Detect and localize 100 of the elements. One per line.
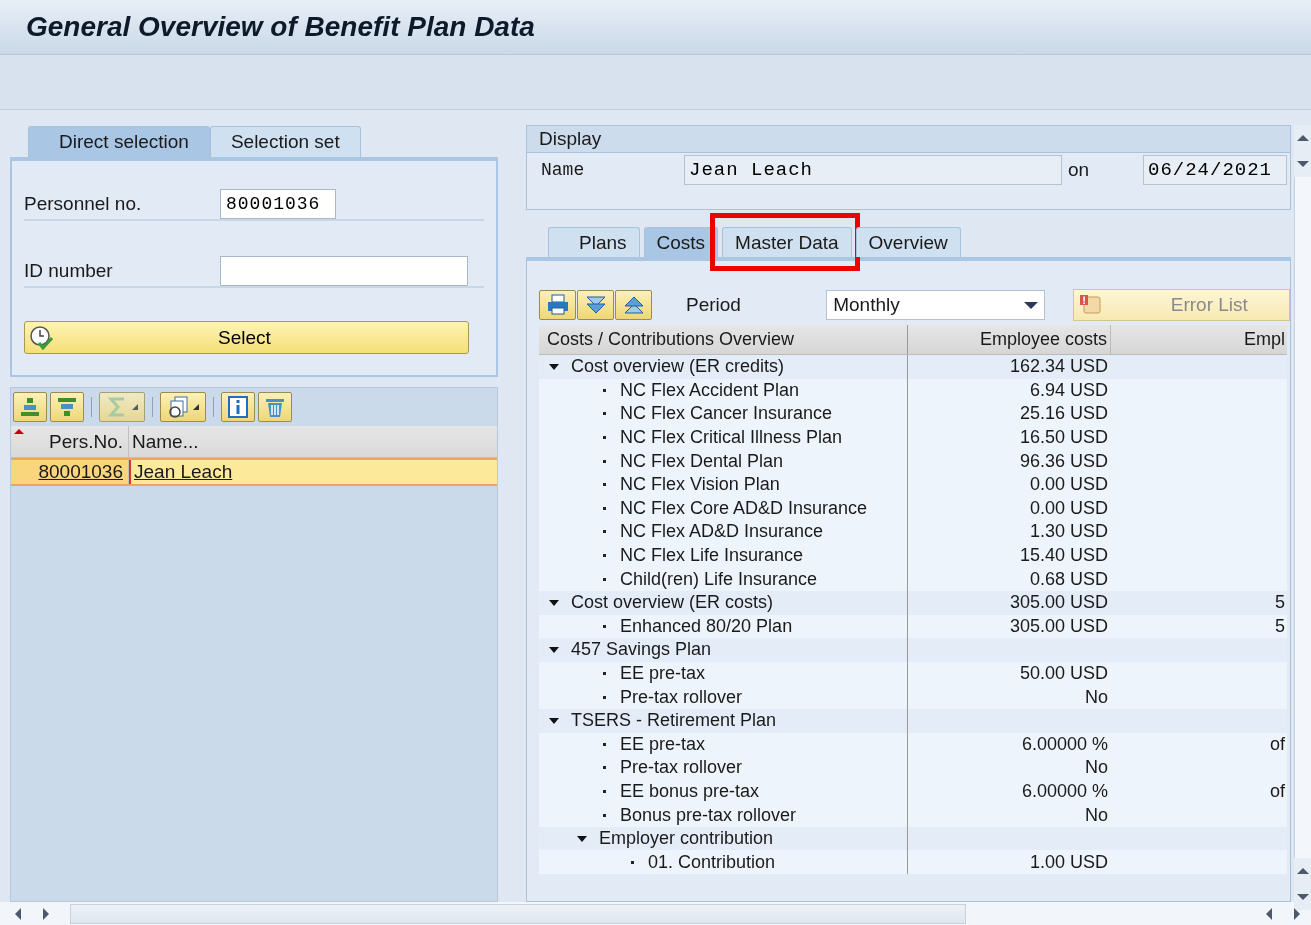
tree-item[interactable]: Child(ren) Life Insurance — [620, 568, 818, 590]
table-cell: 1.30 USD — [1029, 521, 1108, 543]
tree-item[interactable]: NC Flex Dental Plan — [620, 450, 784, 472]
tab[interactable]: Plans — [548, 227, 640, 257]
bullet-icon — [603, 530, 606, 534]
info-button[interactable] — [221, 392, 255, 422]
input-field[interactable]: 80001036 — [220, 189, 336, 219]
table-cell: 6.00000 % — [1021, 781, 1108, 802]
period-dropdown[interactable]: Monthly — [826, 290, 1045, 320]
bullet-icon — [603, 577, 606, 581]
table-cell: 50.00 USD — [1019, 663, 1108, 684]
scroll-up-icon[interactable] — [1296, 868, 1309, 874]
tree-item[interactable]: 01. Contribution — [648, 851, 776, 873]
select-button[interactable]: Select — [24, 321, 469, 354]
column-header[interactable]: Empl — [1111, 325, 1287, 354]
tree-item[interactable]: NC Flex Core AD&D Insurance — [620, 497, 868, 519]
collapse-all-button[interactable] — [615, 290, 652, 320]
table-cell: 6.00000 % — [1021, 733, 1108, 755]
tab[interactable]: Costs — [643, 227, 719, 257]
table-cell: 25.16 USD — [1019, 403, 1108, 425]
table-cell: of — [1270, 781, 1285, 802]
collapse-icon[interactable] — [549, 717, 559, 724]
column-header[interactable]: Pers.No. — [11, 426, 129, 457]
tab[interactable]: Selection set — [209, 126, 361, 157]
tree-item[interactable]: TSERS - Retirement Plan — [571, 710, 777, 732]
tree-item[interactable]: Pre-tax rollover — [620, 757, 743, 779]
sort-button[interactable] — [13, 392, 47, 422]
tab[interactable]: Direct selection — [28, 126, 210, 157]
name-field[interactable]: Jean Leach — [684, 155, 1062, 185]
column-header[interactable]: Costs / Contributions Overview — [539, 325, 908, 354]
table-cell: 96.36 USD — [1019, 450, 1108, 472]
group-title: Display — [527, 126, 1290, 153]
tab[interactable]: Overview — [855, 227, 961, 257]
tree-item[interactable]: Pre-tax rollover — [620, 686, 743, 708]
tree-item[interactable]: 457 Savings Plan — [571, 639, 712, 661]
scroll-left-icon[interactable] — [15, 907, 21, 920]
filter-button[interactable] — [50, 392, 84, 422]
list-row[interactable]: 80001036 Jean Leach — [11, 458, 497, 486]
sort-indicator-icon — [14, 429, 24, 434]
column-header[interactable]: Employee costs — [908, 325, 1111, 354]
table-cell: 1.00 USD — [1029, 851, 1108, 873]
table-cell: No — [1085, 686, 1108, 708]
tree-item[interactable]: Employer contribution — [599, 828, 774, 850]
input-field[interactable] — [220, 256, 468, 286]
corner-arrow-icon — [193, 404, 199, 410]
tree-item[interactable]: NC Flex Cancer Insurance — [620, 403, 833, 425]
bullet-icon — [603, 813, 606, 817]
expand-all-button[interactable] — [577, 290, 614, 320]
collapse-icon[interactable] — [549, 599, 559, 606]
bullet-icon — [603, 388, 606, 392]
corner-arrow-icon — [132, 404, 138, 410]
tree-item[interactable]: NC Flex Vision Plan — [620, 474, 780, 496]
table-cell: of — [1270, 733, 1285, 755]
scroll-down-icon[interactable] — [1296, 161, 1309, 167]
table-cell: 15.40 USD — [1019, 545, 1108, 567]
tree-item[interactable]: Cost overview (ER costs) — [571, 592, 774, 614]
date-field[interactable]: 06/24/2021 — [1143, 155, 1287, 185]
table-cell: 305.00 USD — [1009, 592, 1108, 614]
tree-item[interactable]: NC Flex Critical Illness Plan — [620, 427, 843, 449]
bullet-icon — [603, 766, 606, 770]
table-cell: No — [1085, 804, 1108, 826]
tree-item[interactable]: Enhanced 80/20 Plan — [620, 615, 793, 637]
collapse-icon[interactable] — [577, 835, 587, 842]
print-button[interactable] — [539, 290, 576, 320]
export-button[interactable] — [160, 392, 206, 422]
tab[interactable]: Master Data — [722, 227, 852, 257]
documents-icon — [167, 395, 191, 419]
scroll-left-icon[interactable] — [1266, 907, 1272, 920]
scroll-right-icon[interactable] — [43, 907, 49, 920]
dropdown-arrow-icon[interactable] — [1023, 301, 1038, 309]
table-cell: 0.00 USD — [1029, 497, 1108, 519]
collapse-icon[interactable] — [549, 646, 559, 653]
tree-item[interactable]: Bonus pre-tax rollover — [620, 804, 797, 826]
tree-item[interactable]: NC Flex Accident Plan — [620, 379, 800, 401]
tree-item[interactable]: Cost overview (ER credits) — [571, 356, 785, 378]
bullet-icon — [631, 860, 634, 864]
column-header[interactable]: Name... — [129, 426, 199, 457]
table-cell: 16.50 USD — [1019, 427, 1108, 449]
scroll-up-icon[interactable] — [1296, 135, 1309, 141]
tree-item[interactable]: EE pre-tax — [620, 663, 706, 684]
horizontal-scrollbar[interactable] — [70, 903, 966, 924]
scroll-right-icon[interactable] — [1294, 907, 1300, 920]
field-label: Personnel no. — [24, 193, 143, 215]
field-label: on — [1067, 159, 1091, 181]
vertical-scrollbar[interactable] — [1294, 125, 1311, 910]
field-label: Name — [541, 160, 586, 180]
table-link[interactable]: Jean Leach — [134, 461, 233, 483]
info-icon — [226, 395, 250, 419]
tree-item[interactable]: NC Flex AD&D Insurance — [620, 521, 824, 543]
tree-item[interactable]: EE pre-tax — [620, 733, 706, 755]
table-cell: 162.34 USD — [1009, 356, 1108, 378]
field-label: Period — [686, 294, 742, 316]
collapse-icon[interactable] — [549, 363, 559, 370]
delete-button[interactable] — [258, 392, 292, 422]
error-list-button: Error List — [1072, 289, 1290, 321]
tree-item[interactable]: EE bonus pre-tax — [620, 781, 760, 802]
table-cell: 6.94 USD — [1029, 379, 1108, 401]
tree-item[interactable]: NC Flex Life Insurance — [620, 545, 804, 567]
bullet-icon — [603, 436, 606, 440]
table-cell: 5 — [1275, 592, 1285, 614]
